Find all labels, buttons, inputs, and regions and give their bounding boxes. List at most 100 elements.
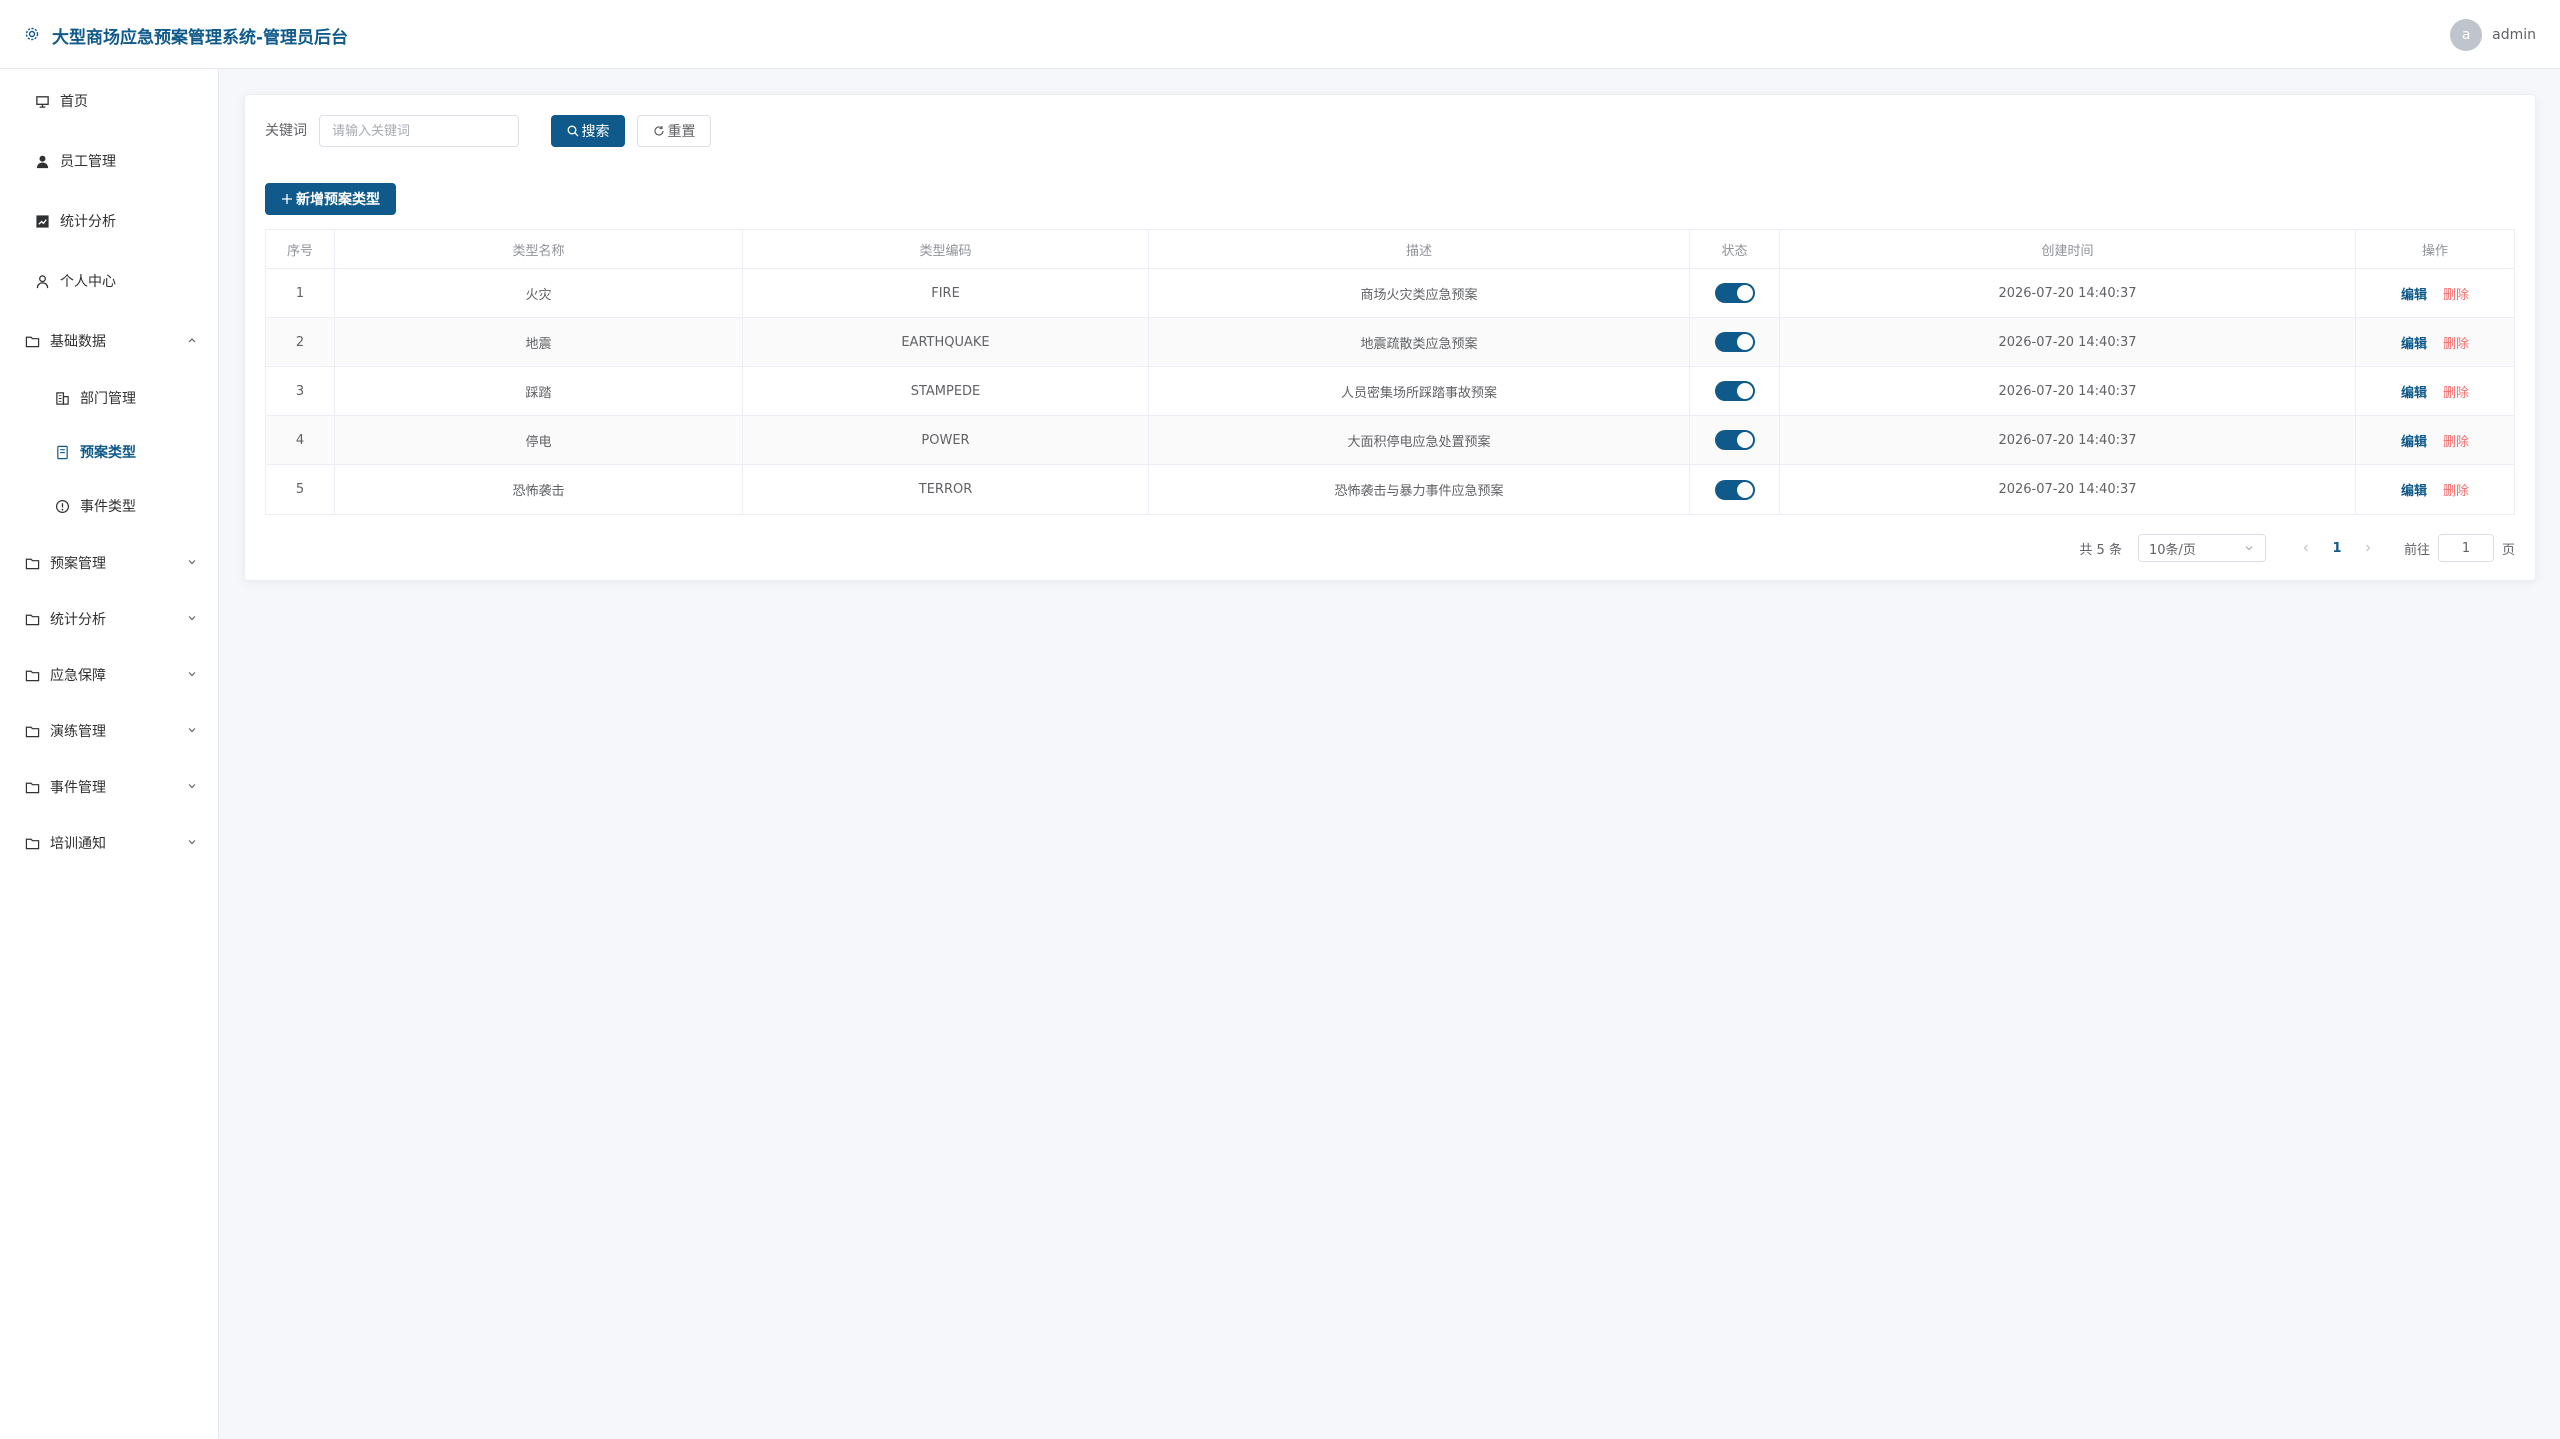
user-outline-icon <box>34 273 50 289</box>
brand: 大型商场应急预案管理系统-管理员后台 <box>24 20 348 50</box>
search-button-label: 搜索 <box>581 124 610 140</box>
cell-status <box>1690 465 1780 514</box>
cell-actions: 编辑 删除 <box>2356 318 2514 366</box>
page-size-select[interactable]: 10条/页 <box>2137 534 2266 562</box>
sidebar-item-event-type[interactable]: 事件类型 <box>0 486 218 526</box>
reset-button-label: 重置 <box>667 124 696 140</box>
cell-status <box>1690 318 1780 366</box>
keyword-input[interactable] <box>319 115 519 147</box>
delete-link[interactable]: 删除 <box>2443 431 2469 450</box>
column-header: 类型编码 <box>743 230 1149 268</box>
column-header: 序号 <box>266 230 335 268</box>
folder-icon <box>24 667 40 683</box>
sidebar: 首页 员工管理 统计分析 个人中心 基础数据 部门管理 预案类型 事件类型 预案… <box>0 69 219 1439</box>
sidebar-item-label: 个人中心 <box>60 274 116 290</box>
chevron-down-icon <box>186 556 198 568</box>
cell-code: STAMPEDE <box>743 367 1149 415</box>
status-toggle[interactable] <box>1714 479 1755 500</box>
sidebar-item-stats[interactable]: 统计分析 <box>0 201 218 241</box>
page-size-value: 10条/页 <box>2148 542 2196 558</box>
sidebar-item-label: 事件类型 <box>80 499 136 515</box>
folder-icon <box>24 723 40 739</box>
column-header: 创建时间 <box>1780 230 2356 268</box>
cell-name: 恐怖袭击 <box>335 465 743 514</box>
username[interactable]: admin <box>2492 27 2536 43</box>
sidebar-item-label: 统计分析 <box>60 214 116 230</box>
column-header: 操作 <box>2421 243 2448 259</box>
chevron-down-icon <box>186 612 198 624</box>
home-icon <box>34 93 50 109</box>
sidebar-group-event-management[interactable]: 事件管理 <box>0 767 218 807</box>
sidebar-item-label: 基础数据 <box>50 334 106 350</box>
cell-status <box>1690 367 1780 415</box>
status-toggle[interactable] <box>1714 381 1755 401</box>
table-header-row: 序号 类型名称 类型编码 描述 状态 创建时间 操作 <box>266 230 2514 269</box>
sidebar-group-plan-management[interactable]: 预案管理 <box>0 543 218 583</box>
cell-actions: 编辑 删除 <box>2356 367 2514 415</box>
folder-icon <box>24 555 40 571</box>
table-row: 1 火灾 FIRE 商场火灾类应急预案 2026-07-20 14:40:37 … <box>266 269 2514 318</box>
chevron-down-icon <box>186 668 198 680</box>
sidebar-item-plan-type[interactable]: 预案类型 <box>0 432 218 472</box>
sidebar-group-drill-management[interactable]: 演练管理 <box>0 711 218 751</box>
user-menu[interactable]: a admin <box>2450 19 2536 51</box>
sidebar-group-basic-data[interactable]: 基础数据 <box>0 321 218 361</box>
folder-icon <box>24 779 40 795</box>
cell-name: 停电 <box>335 416 743 464</box>
delete-link[interactable]: 删除 <box>2443 333 2469 352</box>
total-count: 共 5 条 <box>2079 542 2122 558</box>
edit-link[interactable]: 编辑 <box>2401 431 2427 450</box>
sidebar-group-training-notice[interactable]: 培训通知 <box>0 823 218 863</box>
cell-created: 2026-07-20 14:40:37 <box>1780 465 2356 514</box>
cell-actions: 编辑 删除 <box>2356 269 2514 317</box>
sidebar-item-home[interactable]: 首页 <box>0 81 218 121</box>
column-header: 描述 <box>1149 230 1690 268</box>
delete-link[interactable]: 删除 <box>2443 284 2469 303</box>
cell-description: 人员密集场所踩踏事故预案 <box>1149 367 1690 415</box>
table-row: 2 地震 EARTHQUAKE 地震疏散类应急预案 2026-07-20 14:… <box>266 318 2514 367</box>
page-number[interactable]: 1 <box>2322 534 2352 562</box>
sidebar-item-profile[interactable]: 个人中心 <box>0 261 218 301</box>
sidebar-item-label: 预案类型 <box>80 445 136 461</box>
chart-icon <box>34 213 50 229</box>
warning-icon <box>54 498 70 514</box>
sidebar-item-label: 事件管理 <box>50 780 106 796</box>
top-header: 大型商场应急预案管理系统-管理员后台 a admin <box>0 0 2560 69</box>
status-toggle[interactable] <box>1714 283 1755 303</box>
prev-page-button[interactable] <box>2294 534 2318 562</box>
table-row: 4 停电 POWER 大面积停电应急处置预案 2026-07-20 14:40:… <box>266 416 2514 465</box>
edit-link[interactable]: 编辑 <box>2401 284 2427 303</box>
table-row: 3 踩踏 STAMPEDE 人员密集场所踩踏事故预案 2026-07-20 14… <box>266 367 2514 416</box>
cell-description: 大面积停电应急处置预案 <box>1149 416 1690 464</box>
search-button[interactable]: 搜索 <box>551 115 625 147</box>
delete-link[interactable]: 删除 <box>2443 480 2469 499</box>
goto-page-input[interactable] <box>2437 534 2494 562</box>
sidebar-item-label: 培训通知 <box>50 836 106 852</box>
cell-status <box>1690 269 1780 317</box>
edit-link[interactable]: 编辑 <box>2401 382 2427 401</box>
keyword-label: 关键词 <box>265 123 307 139</box>
building-icon <box>54 390 70 406</box>
cell-code: EARTHQUAKE <box>743 318 1149 366</box>
sidebar-item-label: 演练管理 <box>50 724 106 740</box>
chevron-down-icon <box>186 724 198 736</box>
sidebar-item-staff[interactable]: 员工管理 <box>0 141 218 181</box>
sidebar-item-label: 应急保障 <box>50 668 106 684</box>
sidebar-group-statistics[interactable]: 统计分析 <box>0 599 218 639</box>
status-toggle[interactable] <box>1714 430 1755 450</box>
reset-button[interactable]: 重置 <box>637 115 711 147</box>
gear-icon <box>24 26 42 44</box>
next-page-button[interactable] <box>2356 534 2380 562</box>
status-toggle[interactable] <box>1714 332 1755 352</box>
sidebar-item-department[interactable]: 部门管理 <box>0 378 218 418</box>
cell-index: 1 <box>266 269 335 317</box>
add-plan-type-button[interactable]: 新增预案类型 <box>265 183 396 215</box>
edit-link[interactable]: 编辑 <box>2401 480 2427 499</box>
pagination: 共 5 条 10条/页 1 前往 页 <box>2079 532 2515 564</box>
cell-code: TERROR <box>743 465 1149 514</box>
delete-link[interactable]: 删除 <box>2443 382 2469 401</box>
column-header: 状态 <box>1690 230 1780 268</box>
sidebar-group-emergency-support[interactable]: 应急保障 <box>0 655 218 695</box>
edit-link[interactable]: 编辑 <box>2401 333 2427 352</box>
avatar[interactable]: a <box>2450 19 2483 51</box>
